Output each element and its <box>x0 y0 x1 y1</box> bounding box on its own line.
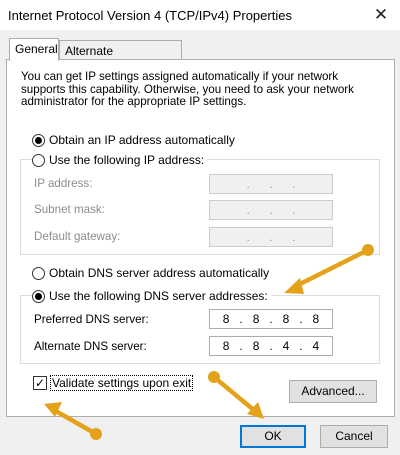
preferred-dns-octet: 8 <box>252 312 260 326</box>
alternate-dns-octet: 4 <box>312 339 320 353</box>
close-icon[interactable]: ✕ <box>370 4 392 26</box>
obtain-ip-auto-option[interactable]: Obtain an IP address automatically <box>32 133 235 147</box>
use-dns-label: Use the following DNS server addresses: <box>49 289 268 303</box>
alternate-dns-octet: 4 <box>282 339 290 353</box>
subnet-mask-label: Subnet mask: <box>34 203 105 216</box>
radio-unselected-icon[interactable] <box>32 266 45 280</box>
obtain-dns-auto-option[interactable]: Obtain DNS server address automatically <box>32 266 269 280</box>
alternate-dns-input[interactable]: 8. 8. 4. 4 <box>209 336 333 356</box>
preferred-dns-octet: 8 <box>282 312 290 326</box>
validate-settings-label: Validate settings upon exit <box>50 375 194 391</box>
preferred-dns-octet: 8 <box>222 312 230 326</box>
window-title: Internet Protocol Version 4 (TCP/IPv4) P… <box>8 8 292 23</box>
use-ip-label: Use the following IP address: <box>49 153 205 167</box>
alternate-dns-label: Alternate DNS server: <box>34 340 147 353</box>
alternate-dns-octet: 8 <box>252 339 260 353</box>
advanced-button[interactable]: Advanced... <box>289 380 377 403</box>
checkbox-checked-icon[interactable]: ✓ <box>33 376 47 390</box>
ip-address-input: ... <box>209 174 333 194</box>
default-gateway-input: ... <box>209 227 333 247</box>
default-gateway-label: Default gateway: <box>34 230 121 243</box>
radio-selected-icon[interactable] <box>32 289 45 303</box>
subnet-mask-input: ... <box>209 200 333 220</box>
alternate-dns-octet: 8 <box>222 339 230 353</box>
title-bar: Internet Protocol Version 4 (TCP/IPv4) P… <box>0 0 400 30</box>
use-ip-option[interactable]: Use the following IP address: <box>32 153 208 167</box>
validate-settings-option[interactable]: ✓ Validate settings upon exit <box>33 375 194 391</box>
obtain-ip-auto-label: Obtain an IP address automatically <box>49 133 235 147</box>
preferred-dns-input[interactable]: 8. 8. 8. 8 <box>209 309 333 329</box>
description-text: You can get IP settings assigned automat… <box>21 70 354 108</box>
cancel-button[interactable]: Cancel <box>320 425 388 448</box>
preferred-dns-label: Preferred DNS server: <box>34 313 149 326</box>
preferred-dns-octet: 8 <box>312 312 320 326</box>
radio-unselected-icon[interactable] <box>32 153 45 167</box>
tab-general[interactable]: General <box>9 38 59 61</box>
use-dns-option[interactable]: Use the following DNS server addresses: <box>32 289 271 303</box>
ip-address-label: IP address: <box>34 177 93 190</box>
ok-button[interactable]: OK <box>240 425 306 448</box>
radio-selected-icon[interactable] <box>32 133 45 147</box>
obtain-dns-auto-label: Obtain DNS server address automatically <box>49 266 270 280</box>
